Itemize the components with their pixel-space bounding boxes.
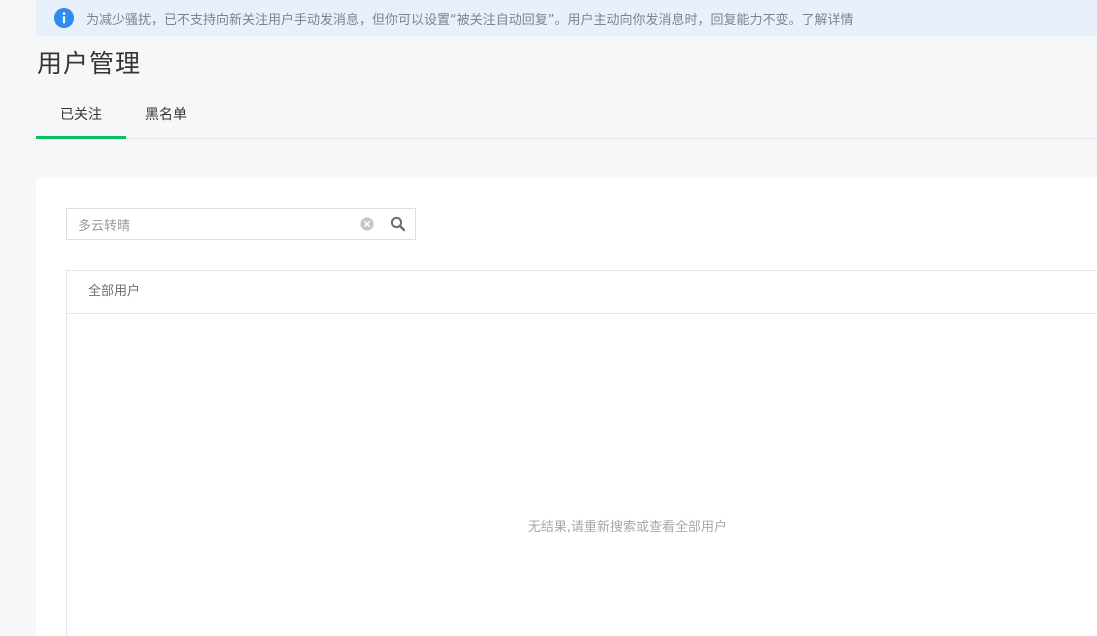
empty-result-text: 无结果,请重新搜索或查看全部用户: [527, 520, 728, 535]
clear-circle-icon: [360, 217, 374, 231]
search-box: [66, 208, 416, 240]
user-management-page: 为减少骚扰，已不支持向新关注用户手动发消息，但你可以设置“被关注自动回复”。用户…: [0, 0, 1097, 636]
user-list: 全部用户 无结果,请重新搜索或查看全部用户: [66, 270, 1097, 636]
notice-text: 为减少骚扰，已不支持向新关注用户手动发消息，但你可以设置“被关注自动回复”。用户…: [86, 9, 854, 28]
search-icon: [390, 216, 406, 232]
search-button[interactable]: [389, 215, 407, 233]
tab-bar: 已关注 黑名单: [36, 94, 1097, 139]
page-title: 用户管理: [37, 49, 142, 78]
all-users-header[interactable]: 全部用户: [67, 271, 1097, 314]
notice-message: 为减少骚扰，已不支持向新关注用户手动发消息，但你可以设置“被关注自动回复”。用户…: [86, 12, 802, 28]
info-icon: [54, 8, 74, 28]
tab-blacklist[interactable]: 黑名单: [126, 94, 206, 137]
search-input[interactable]: [67, 210, 359, 238]
notice-banner: 为减少骚扰，已不支持向新关注用户手动发消息，但你可以设置“被关注自动回复”。用户…: [36, 0, 1097, 36]
clear-search-button[interactable]: [359, 216, 375, 232]
main-panel: 全部用户 无结果,请重新搜索或查看全部用户: [36, 178, 1097, 636]
tab-followed[interactable]: 已关注: [36, 94, 126, 139]
learn-more-link[interactable]: 了解详情: [801, 13, 853, 28]
